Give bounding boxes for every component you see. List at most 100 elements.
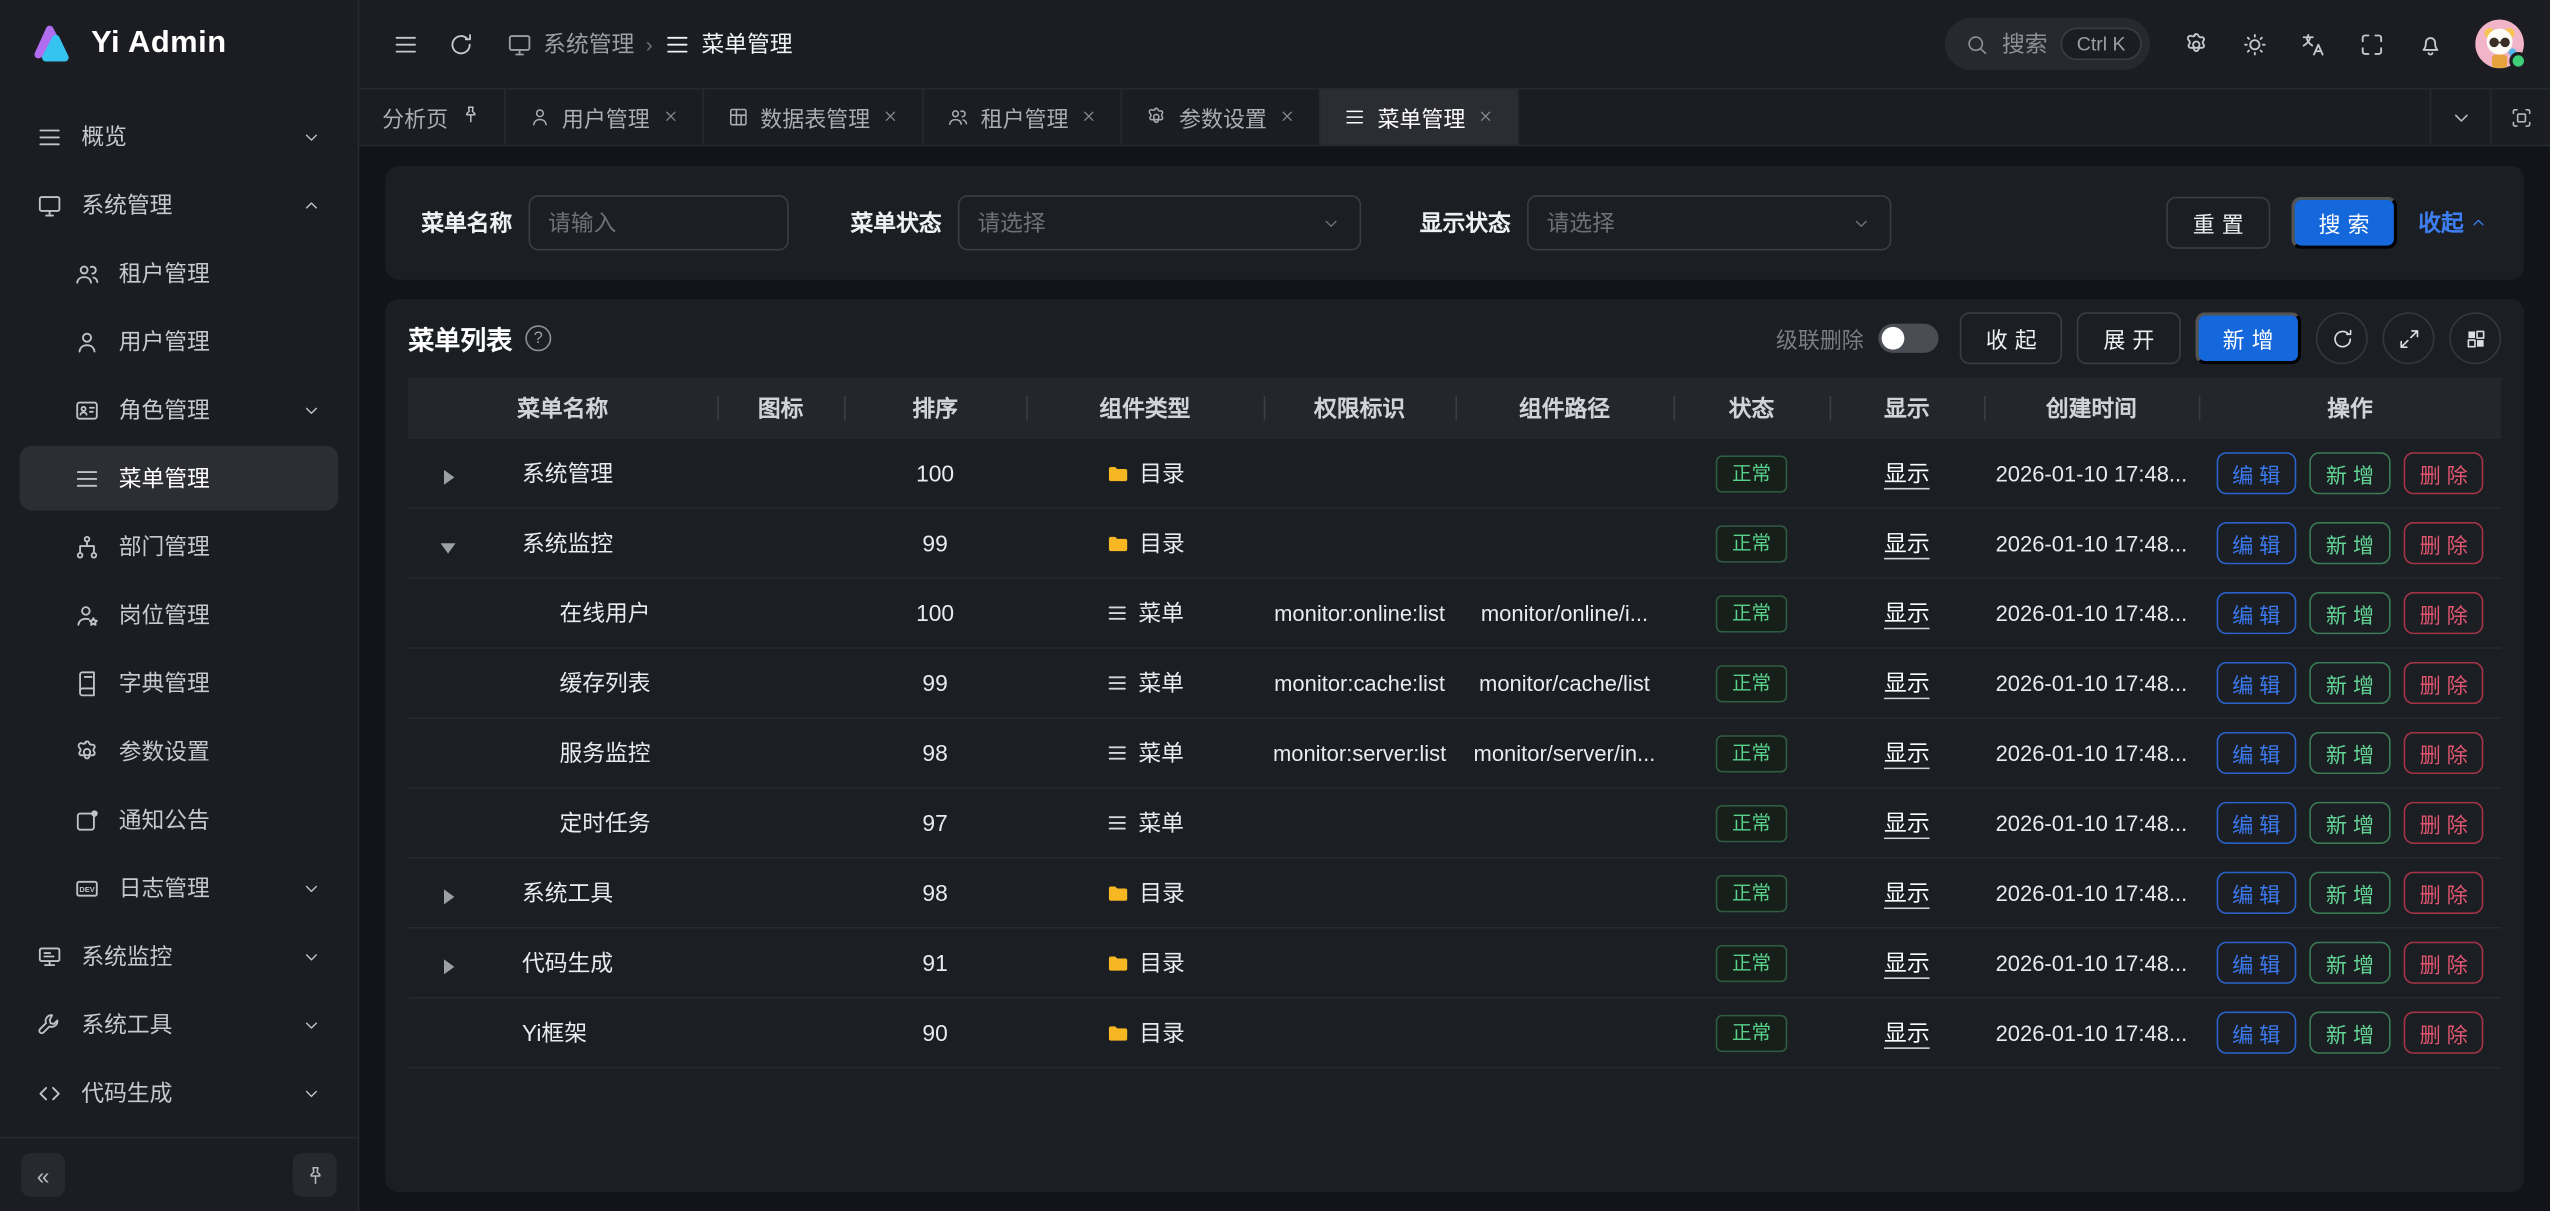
menu-status-select[interactable]: 请选择 [958,195,1361,250]
collapse-row-icon[interactable] [434,533,454,553]
tab-menu-admin[interactable]: 菜单管理 [1321,89,1519,144]
row-add-button[interactable]: 新增 [2310,662,2391,704]
breadcrumb-item-menu-admin[interactable]: 菜单管理 [664,28,792,61]
search-button[interactable]: 搜索 [2291,197,2397,249]
tab-user-admin[interactable]: 用户管理 [505,89,703,144]
row-add-button[interactable]: 新增 [2310,452,2391,494]
sidebar-item-role-admin[interactable]: 角色管理 [20,377,339,442]
edit-button[interactable]: 编辑 [2216,522,2297,564]
tab-analysis[interactable]: 分析页 [359,89,505,144]
edit-button[interactable]: 编辑 [2216,592,2297,634]
breadcrumb-item-system-admin[interactable]: 系统管理 [506,28,634,61]
cascade-delete-toggle[interactable] [1878,324,1938,353]
expand-all-button[interactable]: 展开 [2077,312,2180,364]
edit-button[interactable]: 编辑 [2216,662,2297,704]
display-link[interactable]: 显示 [1884,810,1930,836]
row-add-button[interactable]: 新增 [2310,522,2391,564]
edit-button[interactable]: 编辑 [2216,872,2297,914]
close-icon[interactable] [1080,105,1098,129]
pin-icon[interactable] [459,104,480,130]
theme-toggle-button[interactable] [2228,18,2280,70]
sidebar-item-menu-admin[interactable]: 菜单管理 [20,446,339,511]
delete-button[interactable]: 删除 [2403,802,2484,844]
close-icon[interactable] [661,105,679,129]
sidebar-item-dict-admin[interactable]: 字典管理 [20,651,339,716]
tab-datatable-admin[interactable]: 数据表管理 [703,89,923,144]
display-link[interactable]: 显示 [1884,530,1930,556]
display-link[interactable]: 显示 [1884,460,1930,486]
edit-button[interactable]: 编辑 [2216,732,2297,774]
table-refresh-button[interactable] [2316,312,2368,364]
sidebar-item-tenant-admin[interactable]: 租户管理 [20,241,339,306]
row-add-button[interactable]: 新增 [2310,592,2391,634]
online-status-dot [2509,52,2527,70]
expand-row-icon[interactable] [434,953,454,973]
display-link[interactable]: 显示 [1884,670,1930,696]
row-add-button[interactable]: 新增 [2310,1012,2391,1054]
show-status-select[interactable]: 请选择 [1527,195,1891,250]
reset-button[interactable]: 重置 [2167,197,2270,249]
close-icon[interactable] [1278,105,1296,129]
expand-row-icon[interactable] [434,883,454,903]
edit-button[interactable]: 编辑 [2216,1012,2297,1054]
display-link[interactable]: 显示 [1884,880,1930,906]
expand-row-icon[interactable] [434,463,454,483]
users-icon [73,259,101,287]
chev-down-icon [1851,212,1872,233]
notifications-button[interactable] [2404,18,2456,70]
table-columns-button[interactable] [2449,312,2501,364]
edit-button[interactable]: 编辑 [2216,942,2297,984]
sidebar-item-notice[interactable]: 通知公告 [20,787,339,852]
close-icon[interactable] [881,105,899,129]
add-button[interactable]: 新增 [2195,312,2301,364]
tab-param-settings[interactable]: 参数设置 [1122,89,1320,144]
menu-toggle-button[interactable] [379,18,431,70]
user-avatar[interactable] [2475,20,2524,69]
row-add-button[interactable]: 新增 [2310,802,2391,844]
language-button[interactable] [2287,18,2339,70]
delete-button[interactable]: 删除 [2403,662,2484,704]
sidebar-item-post-admin[interactable]: 岗位管理 [20,582,339,647]
display-link[interactable]: 显示 [1884,950,1930,976]
edit-button[interactable]: 编辑 [2216,802,2297,844]
delete-button[interactable]: 删除 [2403,1012,2484,1054]
sidebar-item-system-tools[interactable]: 系统工具 [20,992,339,1057]
row-add-button[interactable]: 新增 [2310,942,2391,984]
help-icon[interactable]: ? [525,325,551,351]
delete-button[interactable]: 删除 [2403,452,2484,494]
display-link[interactable]: 显示 [1884,1020,1930,1046]
tab-maximize-button[interactable] [2490,89,2550,144]
menu-name-input[interactable]: 请输入 [529,195,789,250]
delete-button[interactable]: 删除 [2403,732,2484,774]
sidebar-item-user-admin[interactable]: 用户管理 [20,309,339,374]
display-link[interactable]: 显示 [1884,600,1930,626]
delete-button[interactable]: 删除 [2403,942,2484,984]
sidebar-item-system-monitor[interactable]: 系统监控 [20,924,339,989]
settings-button[interactable] [2169,18,2221,70]
close-icon[interactable] [1477,105,1495,129]
row-add-button[interactable]: 新增 [2310,872,2391,914]
sidebar-item-overview[interactable]: 概览 [20,104,339,169]
tab-tenant-admin[interactable]: 租户管理 [924,89,1122,144]
sidebar-item-dept-admin[interactable]: 部门管理 [20,514,339,579]
sidebar-item-log-admin[interactable]: DEV日志管理 [20,855,339,920]
tab-dropdown-button[interactable] [2430,89,2490,144]
delete-button[interactable]: 删除 [2403,522,2484,564]
sidebar-collapse-button[interactable]: « [21,1153,65,1197]
row-add-button[interactable]: 新增 [2310,732,2391,774]
sidebar-item-param-settings[interactable]: 参数设置 [20,719,339,784]
refresh-button[interactable] [434,18,486,70]
collapse-all-button[interactable]: 收起 [1960,312,2063,364]
display-link[interactable]: 显示 [1884,740,1930,766]
sidebar-pin-button[interactable] [293,1153,337,1197]
delete-button[interactable]: 删除 [2403,872,2484,914]
global-search[interactable]: 搜索 Ctrl K [1945,18,2150,70]
sidebar-item-code-gen[interactable]: 代码生成 [20,1060,339,1125]
logo[interactable]: Yi Admin [0,0,358,88]
delete-button[interactable]: 删除 [2403,592,2484,634]
sidebar-item-system-admin[interactable]: 系统管理 [20,172,339,237]
edit-button[interactable]: 编辑 [2216,452,2297,494]
collapse-filter-link[interactable]: 收起 [2418,207,2488,240]
fullscreen-button[interactable] [2345,18,2397,70]
table-fullscreen-button[interactable] [2383,312,2435,364]
